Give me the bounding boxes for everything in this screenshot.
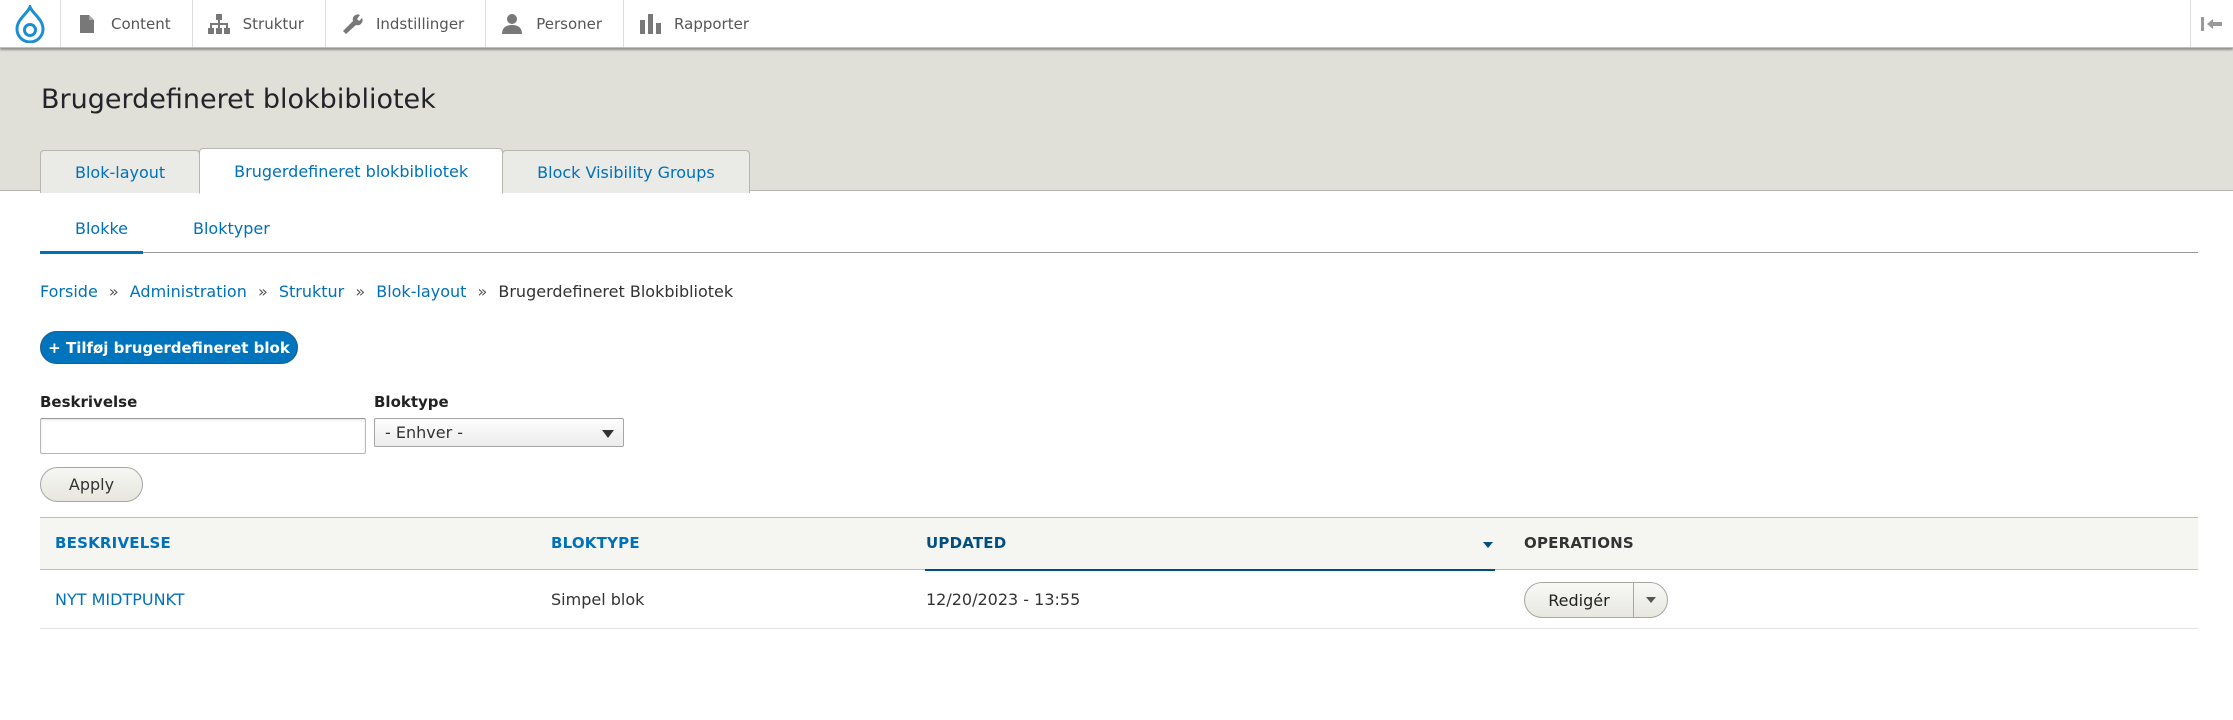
tab-block-visibility-groups[interactable]: Block Visibility Groups: [502, 150, 750, 193]
block-type-cell: Simpel blok: [551, 590, 645, 609]
chevron-down-icon: [602, 430, 614, 438]
block-table: BESKRIVELSE BLOKTYPE UPDATED OPERATIONS …: [40, 517, 2198, 629]
edit-button[interactable]: Redigér: [1525, 583, 1634, 617]
description-filter-label: Beskrivelse: [40, 393, 138, 411]
apply-button[interactable]: Apply: [40, 467, 143, 502]
bar-chart-icon: [638, 12, 662, 36]
blocktype-selected-value: - Enhver -: [385, 423, 463, 442]
breadcrumb-struktur[interactable]: Struktur: [279, 282, 344, 301]
person-icon: [500, 12, 524, 36]
breadcrumb-separator: »: [477, 282, 488, 301]
sort-descending-icon: [1483, 542, 1493, 548]
toolbar-struktur-label: Struktur: [242, 14, 304, 33]
breadcrumb-separator: »: [257, 282, 268, 301]
chevron-down-icon: [1645, 597, 1656, 603]
breadcrumb-forside[interactable]: Forside: [40, 282, 98, 301]
toolbar-personer[interactable]: Personer: [485, 0, 623, 47]
page-title: Brugerdefineret blokbibliotek: [41, 84, 436, 115]
column-header-beskrivelse[interactable]: BESKRIVELSE: [55, 534, 171, 552]
file-icon: [75, 12, 99, 36]
admin-toolbar: Content Struktur Indstillinger Personer …: [0, 0, 2233, 48]
toolbar-collapse-button[interactable]: [2190, 0, 2233, 47]
toolbar-struktur[interactable]: Struktur: [191, 0, 325, 47]
toolbar-rapporter-label: Rapporter: [674, 14, 749, 33]
toolbar-indstillinger-label: Indstillinger: [375, 14, 465, 33]
breadcrumb: Forside » Administration » Struktur » Bl…: [40, 282, 733, 301]
operations-toggle[interactable]: [1634, 583, 1667, 617]
wrench-icon: [340, 12, 364, 36]
breadcrumb-current: Brugerdefineret Blokbibliotek: [498, 282, 734, 301]
breadcrumb-separator: »: [355, 282, 366, 301]
subtab-blokke[interactable]: Blokke: [75, 219, 128, 238]
block-description-link[interactable]: NYT MIDTPUNKT: [55, 590, 185, 609]
blocktype-filter-select[interactable]: - Enhver -: [374, 418, 624, 447]
column-header-operations: OPERATIONS: [1524, 534, 1634, 552]
subtab-bloktyper[interactable]: Bloktyper: [193, 219, 270, 238]
breadcrumb-separator: »: [108, 282, 119, 301]
column-header-bloktype[interactable]: BLOKTYPE: [551, 534, 640, 552]
toolbar-indstillinger[interactable]: Indstillinger: [324, 0, 485, 47]
secondary-tabs: Blokke Bloktyper: [40, 206, 2198, 254]
column-header-updated[interactable]: UPDATED: [926, 534, 1006, 552]
toolbar-personer-label: Personer: [536, 14, 603, 33]
collapse-toolbar-icon: [2201, 16, 2222, 31]
blocktype-filter-label: Bloktype: [374, 393, 449, 411]
table-header: BESKRIVELSE BLOKTYPE UPDATED OPERATIONS: [40, 517, 2198, 571]
operations-dropbutton: Redigér: [1524, 582, 1668, 618]
home-logo[interactable]: [0, 0, 60, 47]
table-row: NYT MIDTPUNKT Simpel blok 12/20/2023 - 1…: [40, 570, 2198, 629]
primary-tabs: Blok-layout Brugerdefineret blokbibliote…: [40, 147, 750, 194]
active-subtab-indicator: [40, 251, 143, 254]
toolbar-content[interactable]: Content: [60, 0, 192, 47]
block-updated-cell: 12/20/2023 - 13:55: [926, 590, 1081, 609]
sitemap-icon: [207, 12, 231, 36]
toolbar-content-label: Content: [111, 14, 171, 33]
breadcrumb-administration[interactable]: Administration: [130, 282, 247, 301]
drupal-drop-icon: [15, 4, 45, 43]
tab-custom-block-library[interactable]: Brugerdefineret blokbibliotek: [199, 148, 504, 194]
toolbar-rapporter[interactable]: Rapporter: [623, 0, 770, 47]
add-custom-block-button[interactable]: + Tilføj brugerdefineret blok: [40, 331, 298, 364]
description-filter-input[interactable]: [40, 418, 366, 454]
breadcrumb-blok-layout[interactable]: Blok-layout: [376, 282, 466, 301]
page-header: Brugerdefineret blokbibliotek Blok-layou…: [0, 47, 2233, 194]
tab-blok-layout[interactable]: Blok-layout: [40, 150, 201, 193]
